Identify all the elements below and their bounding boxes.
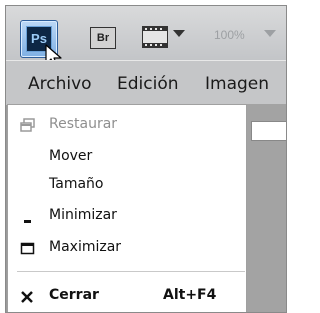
menu-item-minimizar[interactable]: Minimizar (8, 202, 244, 232)
restore-icon (20, 118, 35, 132)
menu-item-label: Tamaño (49, 176, 104, 192)
bridge-button[interactable]: Br (90, 27, 116, 49)
menu-item-restaurar[interactable]: Restaurar (8, 111, 244, 141)
filmstrip-icon[interactable] (142, 26, 168, 48)
menu-item-label: Minimizar (49, 207, 117, 223)
maximize-icon (20, 242, 35, 255)
menu-bar: Archivo Edición Imagen (6, 60, 286, 105)
title-bar: Ps Br 100% (6, 6, 286, 69)
menu-separator (17, 271, 245, 272)
menu-item-tamano[interactable]: Tamaño (8, 171, 244, 201)
close-icon (21, 291, 33, 303)
menu-item-label: Restaurar (49, 116, 118, 132)
menu-item-label: Mover (49, 148, 93, 164)
menu-edicion[interactable]: Edición (117, 74, 179, 94)
minimize-icon (24, 220, 31, 223)
photoshop-window: Ps Br 100% Archivo Edición Imagen Restau… (5, 5, 287, 313)
menu-item-label: Maximizar (49, 239, 122, 255)
menu-item-mover[interactable]: Mover (8, 143, 244, 173)
chevron-down-icon[interactable] (173, 30, 185, 38)
menu-imagen[interactable]: Imagen (205, 74, 269, 94)
menu-item-shortcut: Alt+F4 (163, 287, 217, 303)
system-menu: Restaurar Mover Tamaño Minimizar Maximiz… (7, 104, 247, 312)
menu-item-cerrar[interactable]: Cerrar Alt+F4 (8, 282, 244, 312)
menu-archivo[interactable]: Archivo (28, 74, 92, 94)
menu-item-maximizar[interactable]: Maximizar (8, 234, 244, 264)
zoom-level[interactable]: 100% (214, 28, 245, 42)
options-field[interactable] (251, 121, 286, 141)
zoom-dropdown-icon[interactable] (264, 30, 276, 38)
menu-item-label: Cerrar (49, 287, 99, 303)
